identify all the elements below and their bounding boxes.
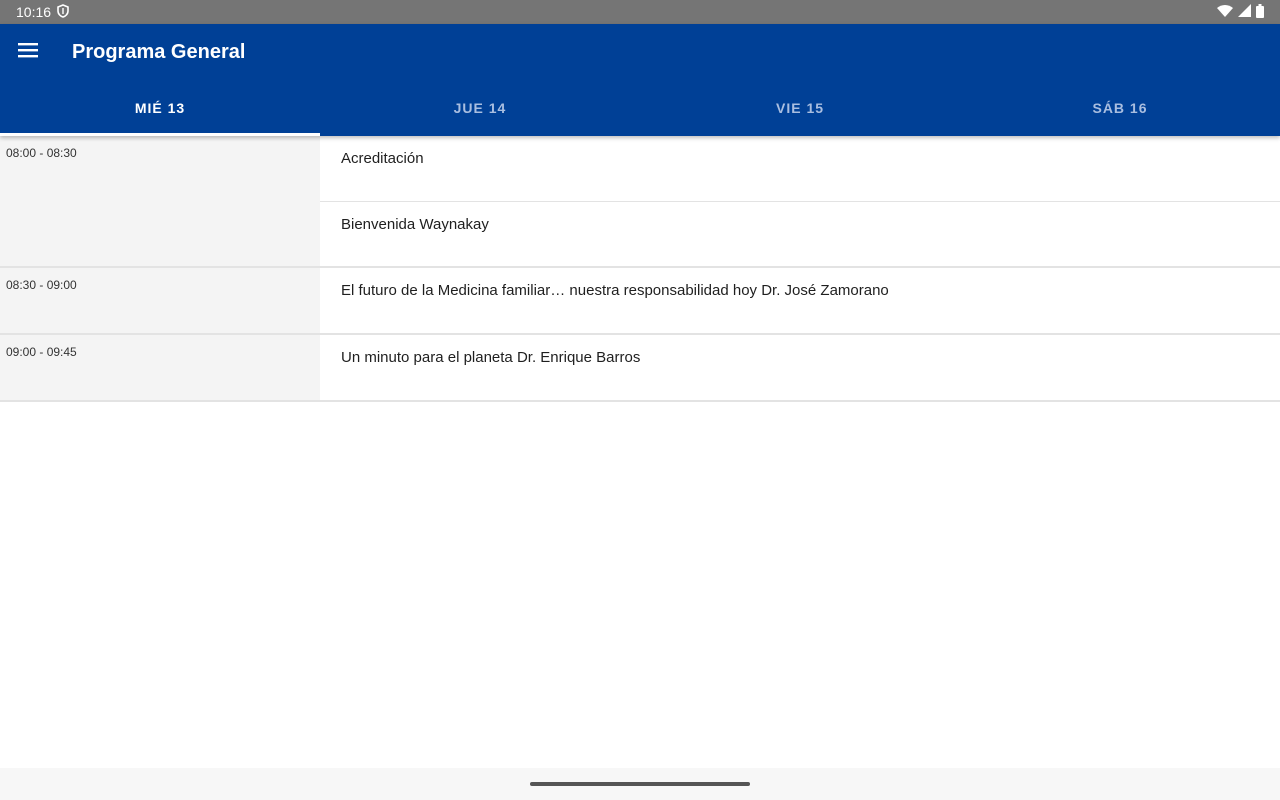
time-slot: 08:00 - 08:30 Acreditación Bienvenida Wa…: [0, 136, 1280, 268]
tab-mie-13[interactable]: MIÉ 13: [0, 80, 320, 136]
time-slot: 09:00 - 09:45 Un minuto para el planeta …: [0, 335, 1280, 402]
tab-vie-15[interactable]: VIE 15: [640, 80, 960, 136]
system-nav-bar: [0, 768, 1280, 800]
tab-jue-14[interactable]: JUE 14: [320, 80, 640, 136]
schedule-list: 08:00 - 08:30 Acreditación Bienvenida Wa…: [0, 136, 1280, 402]
status-right: [1217, 3, 1264, 21]
slot-time: 08:30 - 09:00: [0, 268, 320, 333]
toolbar: Programa General: [0, 24, 1280, 80]
status-left: 10:16: [16, 3, 69, 21]
slot-events: Acreditación Bienvenida Waynakay: [320, 136, 1280, 266]
time-slot: 08:30 - 09:00 El futuro de la Medicina f…: [0, 268, 1280, 335]
event-item[interactable]: Un minuto para el planeta Dr. Enrique Ba…: [320, 335, 1280, 400]
event-item[interactable]: El futuro de la Medicina familiar… nuest…: [320, 268, 1280, 333]
signal-icon: [1238, 4, 1251, 20]
app-bar: Programa General MIÉ 13 JUE 14 VIE 15 SÁ…: [0, 24, 1280, 136]
day-tabs: MIÉ 13 JUE 14 VIE 15 SÁB 16: [0, 80, 1280, 136]
menu-icon: [18, 42, 38, 63]
page-title: Programa General: [72, 40, 246, 63]
menu-button[interactable]: [0, 24, 56, 80]
tab-sab-16[interactable]: SÁB 16: [960, 80, 1280, 136]
slot-time: 09:00 - 09:45: [0, 335, 320, 400]
shield-icon: [57, 3, 69, 21]
event-item[interactable]: Acreditación: [320, 136, 1280, 201]
event-item[interactable]: Bienvenida Waynakay: [320, 201, 1280, 266]
slot-time: 08:00 - 08:30: [0, 136, 320, 266]
slot-events: Un minuto para el planeta Dr. Enrique Ba…: [320, 335, 1280, 400]
slot-events: El futuro de la Medicina familiar… nuest…: [320, 268, 1280, 333]
battery-icon: [1256, 3, 1264, 21]
status-time: 10:16: [16, 4, 52, 20]
gesture-handle[interactable]: [530, 782, 750, 786]
wifi-icon: [1217, 4, 1233, 20]
status-bar: 10:16: [0, 0, 1280, 24]
